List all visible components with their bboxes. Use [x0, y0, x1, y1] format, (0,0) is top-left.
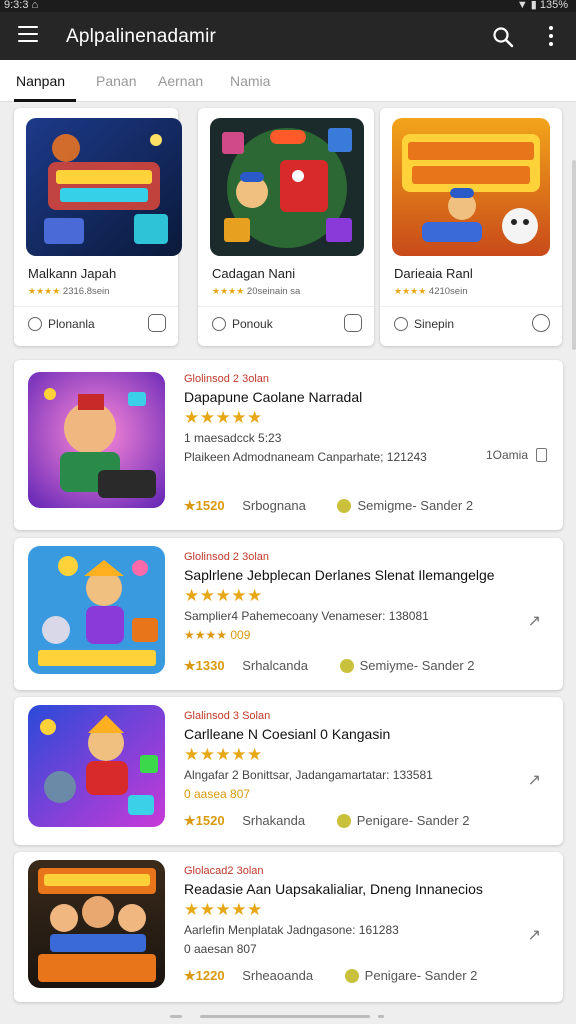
app-meta: Alngafar 2 Bonittsar, Jadangamartatar: 1… [184, 768, 433, 782]
status-time: 9:3:3 ⌂ [4, 0, 39, 11]
app-seller: Srheaoanda [242, 968, 314, 983]
app-title: Dapapune Caolane Narradal [184, 389, 363, 405]
divider [380, 306, 562, 307]
app-thumbnail [28, 372, 165, 508]
list-item[interactable]: Glolinsod 2 3olan Dapapune Caolane Narra… [14, 360, 563, 530]
app-category: Glolacad2 3olan [184, 865, 264, 877]
share-icon[interactable]: ↗ [528, 770, 541, 790]
app-meta-secondary: 0 aasea 807 [184, 787, 251, 801]
card-action-button[interactable]: Ponouk [212, 317, 273, 331]
app-seller: Srhakanda [242, 813, 306, 828]
action-icon [212, 317, 226, 331]
app-meta-secondary: 0 aaesan 807 [184, 942, 257, 956]
action-icon [394, 317, 408, 331]
app-footer: ★1520 Srhakanda Penigare- Sander 2 [184, 813, 469, 829]
app-thumbnail [210, 118, 364, 256]
app-category: Glalinsod 3 Solan [184, 710, 271, 722]
app-name: Cadagan Nani [212, 266, 296, 281]
action-icon [28, 317, 42, 331]
coin-icon [336, 814, 351, 828]
list-item[interactable]: Glolinsod 2 3olan Saplrlene Jebplecan De… [14, 538, 563, 690]
search-icon[interactable] [492, 26, 514, 48]
trash-icon[interactable] [344, 314, 362, 332]
scroll-dot [378, 1015, 384, 1018]
app-seller: Srbognana [242, 498, 306, 513]
app-thumbnail [28, 546, 165, 674]
app-price: ★1520 [184, 813, 225, 828]
app-thumbnail [28, 860, 165, 988]
app-title: Carlleane N Coesianl 0 Kangasin [184, 726, 391, 742]
star-rating: ★★★★★ [184, 408, 263, 427]
app-price: ★1330 [184, 658, 225, 673]
app-title: Readasie Aan Uapsakalialiar, Dneng Innan… [184, 881, 483, 897]
horizontal-scroll-indicator[interactable] [160, 1013, 400, 1019]
star-rating: ★★★★★ [184, 900, 263, 919]
divider [198, 306, 374, 307]
app-bar: Aplpalinenadamir [0, 12, 576, 60]
app-tag: Semigme- Sander 2 [357, 498, 474, 513]
list-item[interactable]: Glolacad2 3olan Readasie Aan Uapsakalial… [14, 852, 563, 1002]
coin-icon [337, 499, 352, 513]
app-tag: Semiyme- Sander 2 [359, 658, 475, 673]
app-rating: ★★★★ 20seinain sa [212, 286, 301, 297]
app-rating: ★★★★ 2316.8sein [28, 286, 110, 297]
tab-nanpan[interactable]: Nanpan [16, 73, 65, 89]
app-thumbnail [28, 705, 165, 827]
app-meta: Aarlefin Menplatak Jadngasone: 161283 [184, 923, 399, 937]
star-rating: ★★★★★ [184, 586, 263, 605]
app-category: Glolinsod 2 3olan [184, 551, 270, 563]
list-item[interactable]: Glalinsod 3 Solan Carlleane N Coesianl 0… [14, 697, 563, 845]
card-action-button[interactable]: Sinepin [394, 317, 454, 331]
app-tag: Penigare- Sander 2 [364, 968, 478, 983]
app-thumbnail [392, 118, 550, 256]
share-icon[interactable]: ↗ [528, 925, 541, 945]
app-title: Aplpalinenadamir [66, 26, 217, 47]
hamburger-menu-icon[interactable] [18, 26, 38, 44]
scrollbar[interactable] [572, 160, 576, 350]
scroll-track [200, 1015, 370, 1018]
status-icons: ▼ ▮ 135% [516, 0, 568, 11]
app-meta: Samplier4 Pahemecoany Venameser: 138081 [184, 609, 429, 623]
more-options-icon[interactable] [548, 26, 554, 46]
app-seller: Srhalcanda [242, 658, 308, 673]
app-name: Darieaia Ranl [394, 266, 473, 281]
scroll-dot [170, 1015, 182, 1018]
app-meta: 1 maesadcck 5:23 [184, 431, 282, 445]
shield-icon[interactable] [148, 314, 166, 332]
settings-icon[interactable] [532, 314, 550, 332]
share-icon[interactable]: ↗ [528, 611, 541, 631]
star-rating: ★★★★★ [184, 745, 263, 764]
divider [14, 306, 178, 307]
app-price: ★1220 [184, 968, 225, 983]
app-footer: ★1520 Srbognana Semigme- Sander 2 [184, 498, 473, 514]
tab-namia[interactable]: Namia [230, 73, 270, 89]
featured-app-card[interactable]: Malkann Japah ★★★★ 2316.8sein Plonanla [14, 108, 182, 346]
featured-app-card[interactable]: Darieaia Ranl ★★★★ 4210sein Sinepin [380, 108, 562, 346]
app-thumbnail [26, 118, 182, 256]
app-meta-secondary: ★★★★ 009 [184, 628, 251, 642]
app-rating: ★★★★ 4210sein [394, 286, 468, 297]
featured-app-card[interactable]: Cadagan Nani ★★★★ 20seinain sa Ponouk [198, 108, 374, 346]
status-bar: 9:3:3 ⌂ ▼ ▮ 135% [0, 0, 576, 12]
tab-bar: Nanpan Panan Aernan Namia [0, 60, 576, 102]
app-category: Glolinsod 2 3olan [184, 373, 270, 385]
app-title: Saplrlene Jebplecan Derlanes Slenat Ilem… [184, 567, 495, 583]
coin-icon [339, 659, 354, 673]
app-footer: ★1220 Srheaoanda Penigare- Sander 2 [184, 968, 477, 984]
tab-panan[interactable]: Panan [96, 73, 136, 89]
card-action-button[interactable]: Plonanla [28, 317, 95, 331]
app-price: ★1520 [184, 498, 225, 513]
side-label[interactable]: 1Oamia [486, 448, 547, 462]
active-tab-indicator [14, 99, 76, 102]
app-meta-secondary: Plaikeen Admodnaneam Canparhate; 121243 [184, 450, 427, 464]
document-icon [536, 448, 547, 462]
tab-aernan[interactable]: Aernan [158, 73, 203, 89]
app-footer: ★1330 Srhalcanda Semiyme- Sander 2 [184, 658, 475, 674]
app-name: Malkann Japah [28, 266, 117, 281]
coin-icon [344, 969, 359, 983]
app-tag: Penigare- Sander 2 [356, 813, 470, 828]
